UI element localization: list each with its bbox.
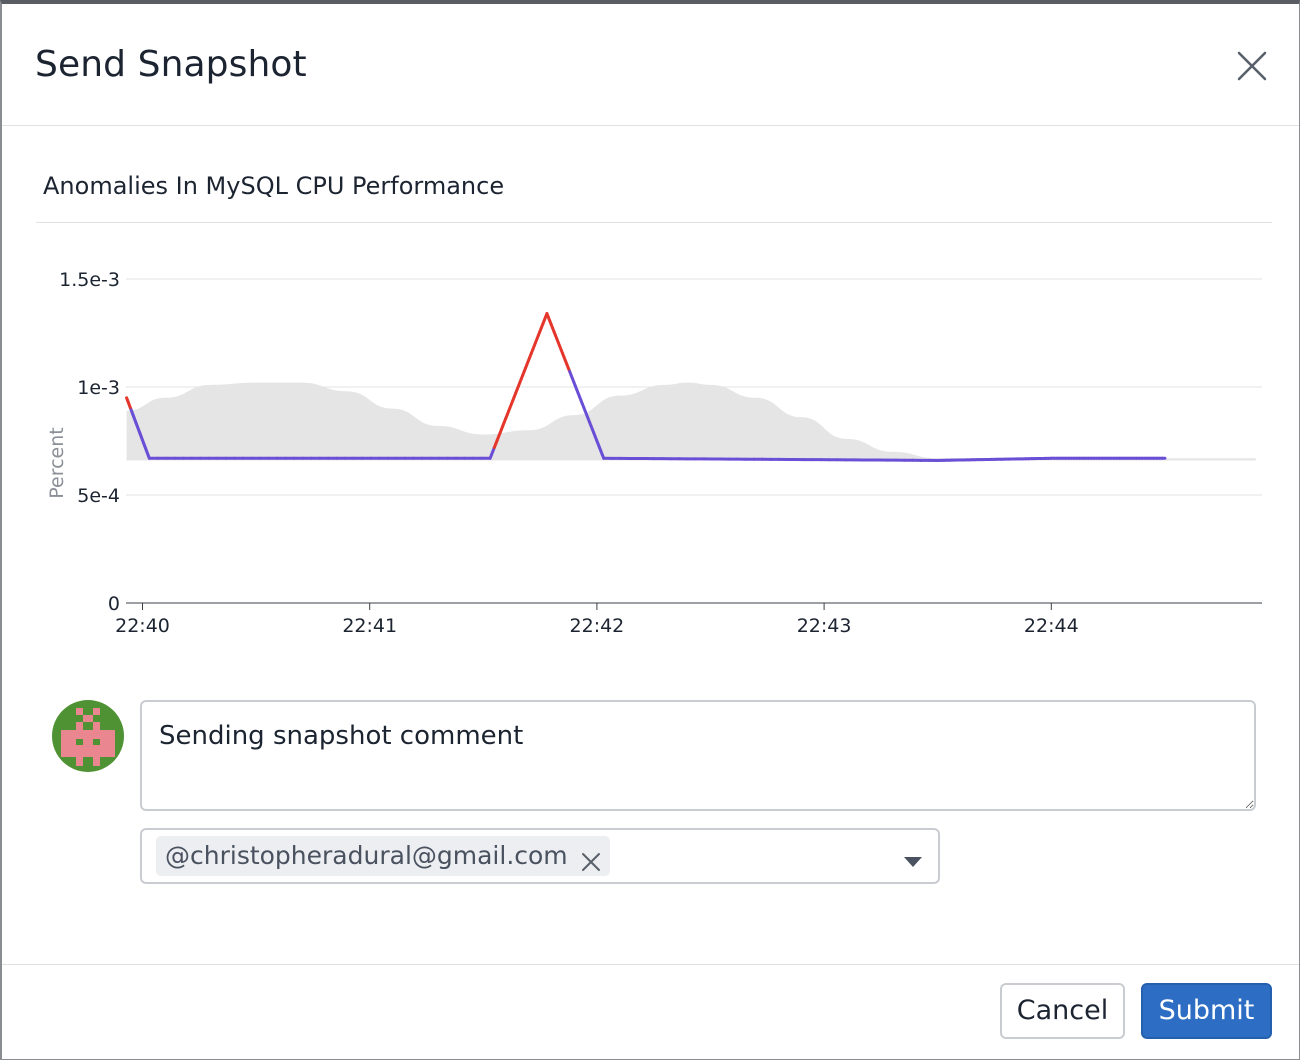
remove-recipient-button[interactable] (580, 845, 602, 867)
close-icon (1230, 44, 1274, 88)
close-icon (580, 851, 602, 873)
avatar (52, 700, 124, 772)
modal-header: Send Snapshot (2, 4, 1299, 126)
widget-title: Anomalies In MySQL CPU Performance (43, 172, 504, 200)
x-tick-label: 22:42 (570, 615, 625, 637)
cancel-button[interactable]: Cancel (1000, 983, 1125, 1039)
caret-down-icon (904, 857, 922, 867)
dropdown-toggle[interactable] (904, 852, 922, 862)
x-tick-label: 22:40 (115, 615, 170, 637)
y-tick-label: 1.5e-3 (59, 269, 120, 291)
recipient-tag: @christopheradural@gmail.com (156, 836, 610, 876)
recipient-tag-label: @christopheradural@gmail.com (165, 841, 568, 870)
anomaly-band (127, 383, 1256, 461)
timeseries-chart: 0 5e-4 1e-3 1.5e-3 Percent 22:40 22:41 22:42 22:… (36, 244, 1272, 644)
modal-footer: Cancel Submit (2, 964, 1299, 1064)
comment-input[interactable]: Sending snapshot comment (140, 700, 1256, 811)
recipients-select[interactable]: @christopheradural@gmail.com (140, 828, 940, 884)
x-tick-label: 22:44 (1024, 615, 1079, 637)
divider (36, 222, 1272, 223)
y-tick-label: 5e-4 (77, 485, 120, 507)
close-button[interactable] (1230, 44, 1274, 88)
submit-button[interactable]: Submit (1141, 983, 1272, 1039)
modal-title: Send Snapshot (35, 44, 307, 85)
user-avatar-icon (52, 700, 124, 772)
y-tick-label: 1e-3 (77, 377, 120, 399)
chart-svg: 0 5e-4 1e-3 1.5e-3 Percent 22:40 22:41 22:42 22:… (36, 244, 1272, 644)
send-snapshot-modal: Send Snapshot Anomalies In MySQL CPU Per… (0, 0, 1300, 1060)
x-tick-label: 22:43 (797, 615, 852, 637)
y-tick-label: 0 (108, 593, 120, 615)
x-tick-label: 22:41 (342, 615, 397, 637)
y-axis-label: Percent (46, 427, 68, 499)
